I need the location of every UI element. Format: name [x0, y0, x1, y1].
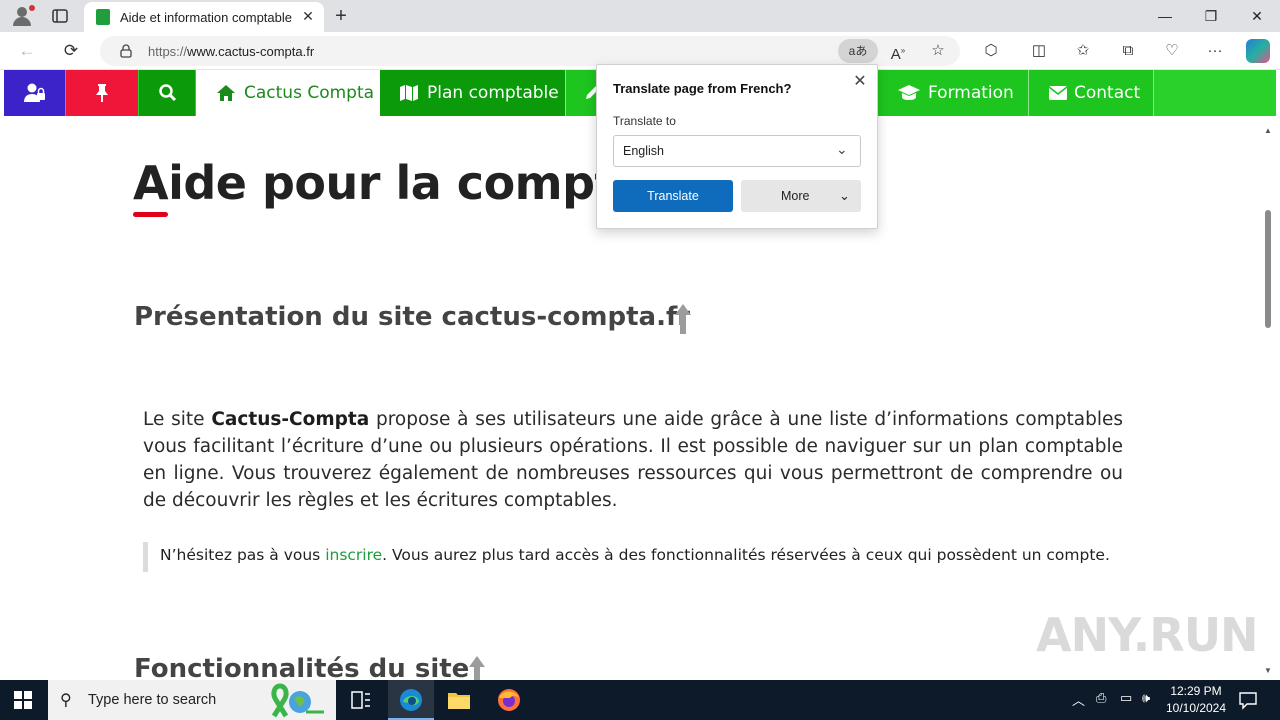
notification-dot: [29, 5, 35, 11]
taskbar-clock[interactable]: 12:29 PM 10/10/2024: [1160, 683, 1232, 717]
clock-time: 12:29 PM: [1170, 684, 1222, 698]
signup-link[interactable]: inscrire: [325, 546, 382, 564]
close-window-button[interactable]: ✕: [1246, 6, 1268, 26]
profile-icon[interactable]: [10, 4, 36, 28]
url-field[interactable]: https://www.cactus-compta.fr aあ A» ☆: [100, 36, 960, 66]
search-icon: ⚲: [60, 692, 72, 709]
more-button[interactable]: More ⌄: [741, 180, 861, 212]
taskbar-search-box[interactable]: ⚲ Type here to search: [48, 680, 336, 720]
language-select[interactable]: English ⌄: [613, 135, 861, 167]
back-to-top-arrow-icon[interactable]: [675, 304, 691, 334]
page-scrollbar[interactable]: ▲ ▼: [1262, 126, 1274, 678]
split-screen-icon[interactable]: ◫: [1028, 40, 1050, 62]
tab-title: Aide et information comptable: [120, 10, 292, 25]
extensions-icon[interactable]: ⬡: [980, 40, 1002, 62]
menu-formation-tab[interactable]: Formation: [878, 70, 1028, 116]
selected-language: English: [623, 144, 664, 158]
windows-start-icon[interactable]: [14, 691, 32, 709]
favorites-icon[interactable]: ✩: [1072, 40, 1094, 62]
more-button-label: More: [781, 189, 810, 203]
menu-plan-comptable-tab[interactable]: Plan comptable: [380, 70, 565, 116]
clock-date: 10/10/2024: [1165, 701, 1227, 715]
device-icon[interactable]: ⎙: [1096, 690, 1106, 706]
menu-home-tab[interactable]: Cactus Compta: [196, 70, 380, 116]
tab-actions-icon[interactable]: [50, 6, 70, 26]
close-popup-icon[interactable]: ✕: [851, 73, 869, 91]
collections-icon[interactable]: ⧉: [1117, 40, 1139, 62]
volume-icon[interactable]: 🕪: [1142, 690, 1150, 706]
anyrun-watermark: ANY.RUN: [1036, 608, 1259, 662]
awareness-ribbon-icon: [266, 682, 330, 718]
back-button[interactable]: ←: [16, 40, 38, 62]
task-view-icon[interactable]: [338, 680, 384, 720]
chevron-down-icon: ⌄: [839, 188, 850, 203]
menu-search-button[interactable]: [139, 70, 195, 116]
network-icon[interactable]: ▭: [1120, 690, 1132, 706]
show-hidden-icons-chevron-icon[interactable]: ︿: [1072, 690, 1085, 709]
section-heading-features: Fonctionnalités du site: [134, 654, 470, 680]
edge-taskbar-icon[interactable]: [388, 680, 434, 720]
menu-pin-button[interactable]: [66, 70, 138, 116]
scroll-down-arrow-icon[interactable]: ▼: [1264, 666, 1272, 675]
restore-button[interactable]: ❐: [1200, 6, 1222, 26]
presentation-paragraph: Le site Cactus-Compta propose à ses util…: [143, 409, 1123, 511]
windows-taskbar: ⚲ Type here to search ︿ ⎙ ▭ 🕪 12:29 PM 1…: [0, 680, 1280, 720]
menu-contact-tab[interactable]: Contact: [1029, 70, 1153, 116]
notification-center-icon[interactable]: [1238, 690, 1258, 710]
more-menu-icon[interactable]: ···: [1204, 40, 1226, 62]
translate-popup: Translate page from French? ✕ Translate …: [596, 64, 878, 229]
scroll-up-arrow-icon[interactable]: ▲: [1264, 126, 1272, 135]
translate-to-label: Translate to: [613, 114, 676, 128]
browser-essentials-icon[interactable]: ♡: [1161, 40, 1183, 62]
chevron-down-icon: ⌄: [836, 141, 848, 157]
translate-icon[interactable]: aあ: [838, 39, 878, 63]
minimize-button[interactable]: —: [1154, 6, 1176, 26]
translate-popup-title: Translate page from French?: [613, 81, 792, 96]
copilot-icon[interactable]: [1246, 39, 1270, 63]
title-underline: [133, 212, 168, 217]
firefox-icon[interactable]: [486, 680, 532, 720]
favorite-star-icon[interactable]: ☆: [928, 41, 948, 61]
refresh-button[interactable]: ⟳: [60, 40, 82, 62]
section-heading-presentation: Présentation du site cactus-compta.fr: [134, 302, 691, 332]
page-title: Aide pour la comptal: [133, 156, 662, 210]
scrollbar-thumb[interactable]: [1265, 210, 1271, 328]
lock-icon[interactable]: [120, 44, 132, 58]
cactus-favicon-icon: [96, 9, 110, 25]
search-placeholder: Type here to search: [88, 692, 217, 708]
file-explorer-icon[interactable]: [436, 680, 482, 720]
tab-strip: Aide et information comptable ✕ + — ❐ ✕: [0, 0, 1280, 32]
translate-button[interactable]: Translate: [613, 180, 733, 212]
url-text: https://www.cactus-compta.fr: [148, 44, 315, 59]
signup-note: N’hésitez pas à vous inscrire. Vous aure…: [143, 542, 1123, 572]
active-tab[interactable]: Aide et information comptable ✕: [84, 2, 324, 32]
menu-user-button[interactable]: [4, 70, 65, 116]
new-tab-button[interactable]: +: [330, 5, 352, 27]
close-tab-icon[interactable]: ✕: [300, 8, 316, 24]
read-aloud-icon[interactable]: A»: [888, 41, 908, 63]
back-to-top-arrow-icon[interactable]: [469, 656, 485, 680]
